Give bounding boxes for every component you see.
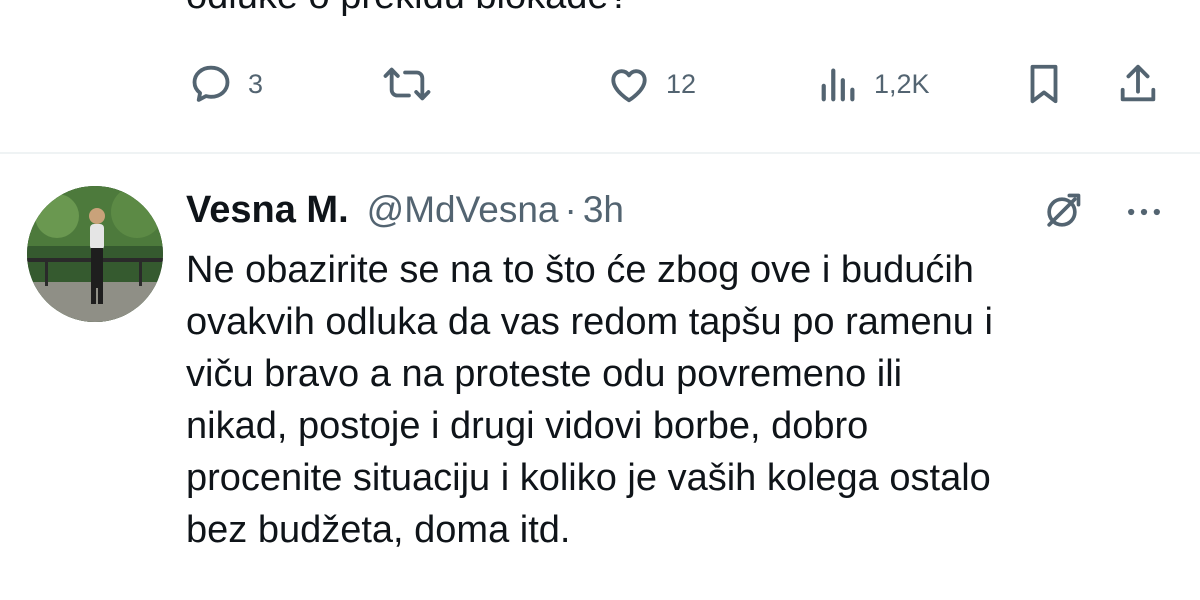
grok-icon[interactable] bbox=[1040, 190, 1084, 234]
views-button[interactable]: 1,2K bbox=[818, 58, 930, 110]
separator-dot: · bbox=[564, 189, 577, 230]
bookmark-button[interactable] bbox=[1024, 58, 1064, 110]
bookmark-icon bbox=[1024, 61, 1064, 107]
tweet-time[interactable]: 3h bbox=[583, 189, 624, 231]
tweet-text-line: ovakvih odluka da vas redom tapšu po ram… bbox=[186, 301, 993, 343]
avatar[interactable] bbox=[27, 186, 163, 322]
tweet-text-line: viču bravo a na proteste odu povremeno i… bbox=[186, 353, 903, 395]
tweet-text-line: Ne obazirite se na to što će zbog ove i … bbox=[186, 249, 974, 291]
share-icon bbox=[1116, 61, 1160, 107]
timeline: odluke o prekidu blokade? 3 12 1,2K bbox=[0, 0, 1200, 600]
tweet-text-line: nikad, postoje i drugi vidovi borbe, dob… bbox=[186, 405, 869, 447]
previous-tweet-action-bar: 3 12 1,2K bbox=[186, 58, 1176, 110]
tweet-header: Vesna M. @MdVesna · 3h bbox=[186, 186, 624, 234]
like-count: 12 bbox=[666, 68, 697, 99]
retweet-button[interactable] bbox=[382, 58, 446, 110]
reply-icon bbox=[188, 61, 234, 107]
user-handle[interactable]: @MdVesna bbox=[367, 189, 559, 231]
reply-button[interactable]: 3 bbox=[188, 58, 263, 110]
tweet-text-line: bez budžeta, doma itd. bbox=[186, 509, 571, 551]
views-icon bbox=[818, 61, 860, 107]
tweet-divider bbox=[0, 152, 1200, 154]
heart-icon bbox=[606, 61, 652, 107]
display-name[interactable]: Vesna M. bbox=[186, 189, 349, 232]
more-icon[interactable] bbox=[1122, 190, 1166, 234]
share-button[interactable] bbox=[1116, 58, 1160, 110]
reply-count: 3 bbox=[248, 68, 264, 99]
tweet-text-line: procenite situaciju i koliko je vaših ko… bbox=[186, 457, 991, 499]
previous-tweet-text: odluke o prekidu blokade? bbox=[186, 0, 630, 18]
like-button[interactable]: 12 bbox=[606, 58, 696, 110]
tweet-body: Ne obazirite se na to što će zbog ove i … bbox=[186, 244, 1186, 556]
retweet-icon bbox=[382, 61, 432, 107]
views-count: 1,2K bbox=[874, 68, 930, 99]
